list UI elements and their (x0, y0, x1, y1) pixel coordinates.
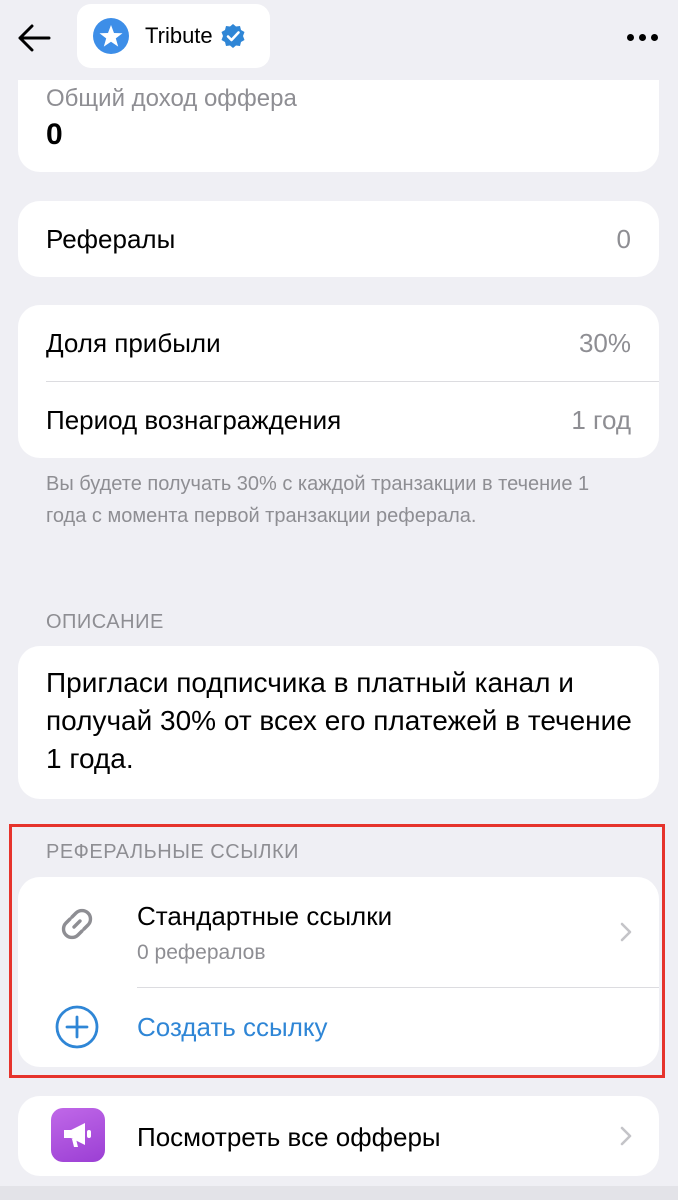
reward-period-row: Период вознаграждения 1 год (18, 382, 659, 458)
standard-links-row[interactable]: Стандартные ссылки 0 рефералов (18, 877, 659, 987)
chevron-right-icon (620, 922, 632, 942)
more-dot (638, 33, 646, 41)
plus-circle-icon (55, 1005, 99, 1049)
offers-card[interactable]: Посмотреть все офферы (18, 1096, 659, 1176)
arrow-left-icon (18, 24, 51, 52)
description-text: Пригласи подписчика в платный канал и по… (46, 667, 632, 774)
create-link-label: Создать ссылку (137, 1012, 328, 1042)
reward-period-label: Период вознаграждения (46, 404, 342, 435)
more-button[interactable] (622, 24, 662, 50)
verified-badge-icon (221, 24, 245, 48)
terms-note: Вы будете получать 30% с каждой транзакц… (46, 473, 590, 527)
link-icon (61, 908, 93, 940)
profit-share-row: Доля прибыли 30% (18, 305, 659, 381)
standard-links-subtitle: 0 рефералов (137, 941, 266, 964)
terms-card: Доля прибыли 30% Период вознаграждения 1… (18, 305, 659, 458)
back-button[interactable] (14, 18, 54, 58)
referrals-value: 0 (616, 223, 631, 254)
star-logo-icon (93, 18, 129, 54)
referral-links-card: Стандартные ссылки 0 рефералов Создать с… (18, 877, 659, 1067)
top-bar: Tribute (0, 0, 678, 80)
referrals-card: Рефералы 0 (18, 201, 659, 277)
referral-links-section-title: РЕФЕРАЛЬНЫЕ ССЫЛКИ (46, 841, 300, 863)
income-value: 0 (46, 118, 63, 151)
referrals-row: Рефералы 0 (18, 201, 659, 277)
income-label: Общий доход оффера (46, 85, 297, 112)
more-horizontal-icon (626, 33, 634, 41)
offers-label: Посмотреть все офферы (137, 1122, 441, 1152)
app-chip[interactable]: Tribute (77, 4, 270, 68)
profit-share-value: 30% (578, 327, 631, 358)
income-card: Общий доход оффера 0 (18, 80, 659, 172)
chevron-right-icon (620, 1126, 632, 1146)
standard-links-title: Стандартные ссылки (137, 901, 393, 931)
app-title: Tribute (145, 23, 213, 48)
create-link-button[interactable]: Создать ссылку (18, 988, 659, 1067)
bottom-edge (0, 1186, 678, 1200)
description-card: Пригласи подписчика в платный канал и по… (18, 646, 659, 799)
profit-share-label: Доля прибыли (46, 327, 221, 358)
description-section-title: ОПИСАНИЕ (46, 611, 164, 633)
megaphone-icon (51, 1108, 105, 1162)
reward-period-value: 1 год (571, 404, 631, 435)
more-dot (650, 33, 658, 41)
referrals-label: Рефералы (46, 223, 176, 254)
